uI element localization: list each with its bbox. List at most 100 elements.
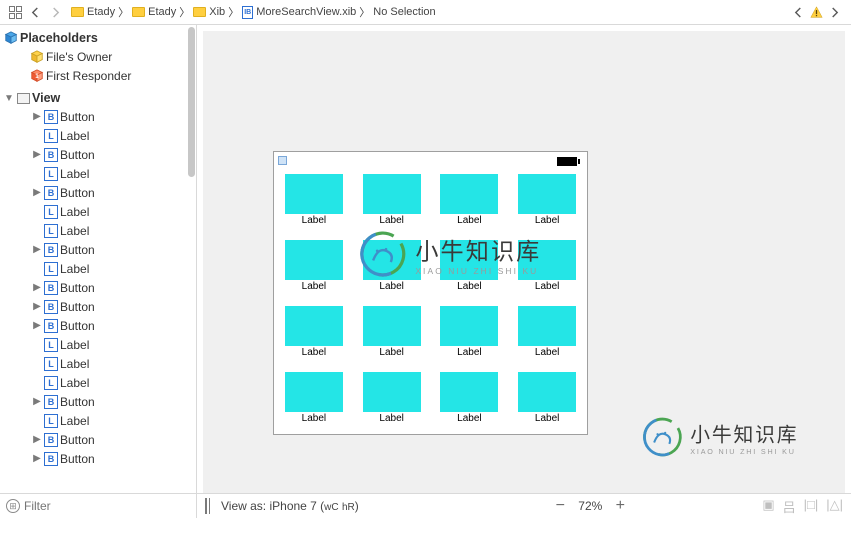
- device-view[interactable]: LabelLabelLabelLabelLabelLabelLabelLabel…: [273, 151, 588, 435]
- disclosure-icon[interactable]: ▶: [32, 434, 42, 445]
- outline-item[interactable]: ▶B Button: [0, 183, 196, 202]
- cell-label: Label: [457, 281, 481, 292]
- outline-item[interactable]: ▶B Button: [0, 297, 196, 316]
- view-as-control[interactable]: View as: iPhone 7 (wC hR): [221, 499, 359, 513]
- breadcrumb-item[interactable]: No Selection: [370, 6, 438, 18]
- disclosure-icon[interactable]: ▶: [32, 187, 42, 198]
- cell-button[interactable]: [285, 306, 343, 346]
- embed-icon[interactable]: ▣: [762, 497, 774, 516]
- cell-button[interactable]: [518, 372, 576, 412]
- panel-icon: [205, 498, 207, 514]
- disclosure-icon[interactable]: ▶: [32, 149, 42, 160]
- placeholders-header[interactable]: Placeholders: [0, 25, 196, 47]
- first-responder-item[interactable]: 1 First Responder: [0, 66, 196, 85]
- disclosure-icon[interactable]: ▶: [32, 111, 42, 122]
- outline-item[interactable]: L Label: [0, 126, 196, 145]
- nav-forward-button[interactable]: [48, 5, 62, 19]
- disclosure-icon[interactable]: ▼: [4, 93, 14, 104]
- outline-item[interactable]: ▶B Button: [0, 392, 196, 411]
- cell-label: Label: [535, 347, 559, 358]
- cell-button[interactable]: [518, 306, 576, 346]
- label-icon: L: [44, 338, 58, 352]
- outline-item[interactable]: ▶B Button: [0, 449, 196, 468]
- cell-button[interactable]: [440, 306, 498, 346]
- outline-item[interactable]: ▶B Button: [0, 145, 196, 164]
- view-header[interactable]: ▼ View: [0, 85, 196, 107]
- disclosure-icon[interactable]: ▶: [32, 396, 42, 407]
- outline-item[interactable]: ▶B Button: [0, 430, 196, 449]
- cell-label: Label: [457, 413, 481, 424]
- toggle-outline-button[interactable]: [205, 499, 207, 513]
- item-label: File's Owner: [46, 50, 112, 64]
- filter-icon[interactable]: ⊞: [6, 499, 20, 513]
- grid-cell[interactable]: Label: [438, 174, 502, 226]
- disclosure-icon[interactable]: ▶: [32, 282, 42, 293]
- grid-cell[interactable]: Label: [360, 174, 424, 226]
- item-label: Label: [60, 205, 89, 219]
- zoom-out-button[interactable]: −: [552, 497, 568, 515]
- outline-item[interactable]: ▶B Button: [0, 278, 196, 297]
- disclosure-icon[interactable]: ▶: [32, 301, 42, 312]
- prev-issue-button[interactable]: [791, 5, 805, 19]
- cell-button[interactable]: [285, 174, 343, 214]
- canvas-background[interactable]: LabelLabelLabelLabelLabelLabelLabelLabel…: [203, 31, 845, 493]
- filter-input[interactable]: [24, 499, 190, 513]
- align-icon[interactable]: 吕: [783, 497, 796, 516]
- pin-icon[interactable]: |□|: [804, 497, 819, 516]
- outline-item[interactable]: ▶B Button: [0, 107, 196, 126]
- grid-cell[interactable]: Label: [360, 306, 424, 358]
- cell-button[interactable]: [363, 306, 421, 346]
- breadcrumb-item[interactable]: Etady: [68, 6, 118, 18]
- grid-cell[interactable]: Label: [282, 372, 346, 424]
- cell-button[interactable]: [440, 174, 498, 214]
- scrollbar[interactable]: [188, 27, 195, 177]
- grid-cell[interactable]: Label: [438, 306, 502, 358]
- outline-item[interactable]: ▶B Button: [0, 316, 196, 335]
- grid-cell[interactable]: Label: [515, 306, 579, 358]
- warning-icon[interactable]: [809, 5, 823, 19]
- cell-label: Label: [379, 347, 403, 358]
- button-icon: B: [44, 243, 58, 257]
- outline-item[interactable]: L Label: [0, 373, 196, 392]
- cell-button[interactable]: [518, 174, 576, 214]
- outline-item[interactable]: L Label: [0, 354, 196, 373]
- cell-label: Label: [535, 281, 559, 292]
- grid-cell[interactable]: Label: [282, 174, 346, 226]
- grid-cell[interactable]: Label: [282, 306, 346, 358]
- outline-item[interactable]: L Label: [0, 202, 196, 221]
- nav-back-button[interactable]: [28, 5, 42, 19]
- next-issue-button[interactable]: [827, 5, 841, 19]
- grid-cell[interactable]: Label: [282, 240, 346, 292]
- outline-item[interactable]: L Label: [0, 164, 196, 183]
- chevron-right-icon: 〉: [228, 4, 239, 20]
- breadcrumb[interactable]: Etady〉Etady〉Xib〉IBMoreSearchView.xib〉No …: [68, 4, 439, 20]
- breadcrumb-item[interactable]: Xib: [190, 6, 228, 18]
- cell-button[interactable]: [285, 240, 343, 280]
- files-owner-item[interactable]: File's Owner: [0, 47, 196, 66]
- cell-button[interactable]: [363, 372, 421, 412]
- grid-cell[interactable]: Label: [515, 372, 579, 424]
- disclosure-icon[interactable]: ▶: [32, 453, 42, 464]
- outline-item[interactable]: ▶B Button: [0, 240, 196, 259]
- disclosure-icon[interactable]: ▶: [32, 320, 42, 331]
- zoom-value[interactable]: 72%: [578, 499, 602, 513]
- outline-item[interactable]: L Label: [0, 221, 196, 240]
- outline-item[interactable]: L Label: [0, 259, 196, 278]
- outline-item[interactable]: L Label: [0, 335, 196, 354]
- cell-button[interactable]: [285, 372, 343, 412]
- cell-button[interactable]: [440, 372, 498, 412]
- outline-item[interactable]: L Label: [0, 411, 196, 430]
- scene-handle-icon[interactable]: [278, 156, 287, 165]
- folder-icon: [193, 7, 206, 17]
- grid-cell[interactable]: Label: [515, 174, 579, 226]
- disclosure-icon[interactable]: ▶: [32, 244, 42, 255]
- grid-cell[interactable]: Label: [360, 372, 424, 424]
- breadcrumb-item[interactable]: IBMoreSearchView.xib: [239, 6, 359, 19]
- zoom-in-button[interactable]: +: [612, 497, 628, 515]
- cell-button[interactable]: [363, 174, 421, 214]
- resolve-icon[interactable]: |△|: [826, 497, 843, 516]
- related-items-icon[interactable]: [8, 5, 22, 19]
- breadcrumb-item[interactable]: Etady: [129, 6, 179, 18]
- grid-cell[interactable]: Label: [438, 372, 502, 424]
- battery-icon: [557, 157, 577, 166]
